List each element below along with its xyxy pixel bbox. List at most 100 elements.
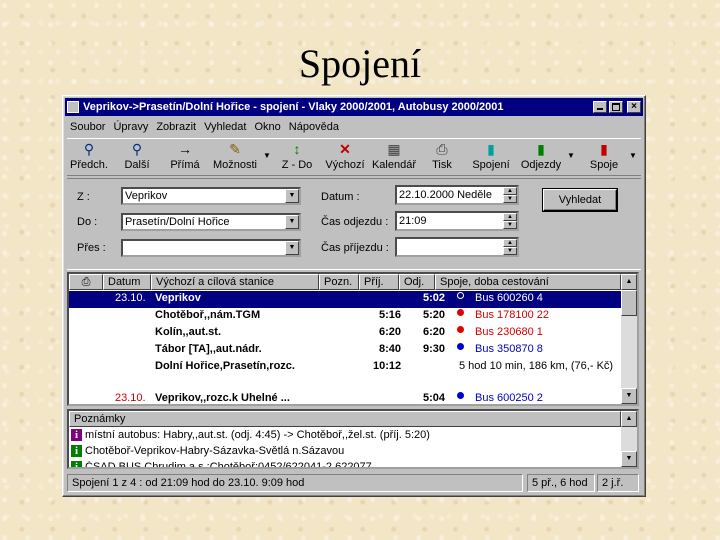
row-date: 23.10.: [115, 392, 146, 404]
note-text: Chotěboř-Veprikov-Habry-Sázavka-Světlá n…: [85, 445, 345, 457]
menu-zobrazit[interactable]: Zobrazit: [156, 121, 196, 133]
row-connection[interactable]: Bus 600250 2: [475, 392, 543, 404]
search-form: Z : Veprikov ▼ Do : Prasetín/Dolní Hořic…: [67, 178, 641, 270]
reset-x-icon: ✕: [339, 141, 351, 157]
toolbar-swap-button[interactable]: ↕ Z - Do: [277, 141, 317, 171]
menu-vyhledat[interactable]: Vyhledat: [204, 121, 246, 133]
departure-time-spinner[interactable]: 21:09 ▲ ▼: [395, 211, 519, 231]
row-station: Kolín,,aut.st.: [155, 326, 221, 338]
toolbar-departures-button[interactable]: ▮ Odjezdy: [519, 141, 563, 171]
col-station[interactable]: Výchozí a cílová stanice: [151, 274, 319, 290]
scroll-thumb[interactable]: [621, 290, 637, 316]
minimize-button[interactable]: [593, 101, 607, 113]
binoculars-next-icon: ⚲: [131, 141, 143, 157]
toolbar-direct-button[interactable]: → Přímá: [167, 141, 203, 171]
close-button[interactable]: ×: [627, 101, 641, 113]
col-note[interactable]: Pozn.: [319, 274, 359, 290]
via-label: Přes :: [77, 242, 106, 254]
blue-dot-icon: [457, 392, 464, 399]
date-spinner[interactable]: 22.10.2000 Neděle ▲ ▼: [395, 185, 519, 205]
toolbar-options-button[interactable]: ✎ Možnosti: [211, 141, 259, 171]
spin-down-icon[interactable]: ▼: [503, 247, 517, 255]
toolbar-next-button[interactable]: ⚲ Další: [119, 141, 155, 171]
menu-okno[interactable]: Okno: [254, 121, 280, 133]
table-row[interactable]: Tábor [TA],,aut.nádr. 8:40 9:30 Bus 3508…: [69, 342, 621, 359]
table-row[interactable]: Kolín,,aut.st. 6:20 6:20 Bus 230680 1: [69, 325, 621, 342]
options-icon: ✎: [229, 141, 241, 157]
red-dot-icon: [457, 326, 464, 333]
status-bar: Spojení 1 z 4 : od 21:09 hod do 23.10. 9…: [67, 474, 641, 492]
table-row[interactable]: 23.10. Veprikov,,rozc.k Uhelné ... 5:04 …: [69, 391, 621, 404]
scroll-down-icon[interactable]: ▼: [621, 451, 637, 467]
scroll-down-icon[interactable]: ▼: [621, 388, 637, 404]
departures-dropdown-arrow[interactable]: ▼: [567, 151, 575, 160]
to-dropdown-icon[interactable]: ▼: [285, 215, 299, 229]
menu-bar: Soubor Úpravy Zobrazit Vyhledat Okno Náp…: [67, 118, 641, 136]
grid-scrollbar[interactable]: ▲ ▼: [621, 274, 637, 404]
to-combo[interactable]: Prasetín/Dolní Hořice ▼: [121, 213, 301, 231]
row-station: Veprikov: [155, 292, 201, 304]
scroll-up-icon[interactable]: ▲: [621, 411, 637, 427]
app-window: Veprikov->Prasetín/Dolní Hořice - spojen…: [62, 95, 646, 497]
menu-upravy[interactable]: Úpravy: [113, 121, 148, 133]
from-value: Veprikov: [125, 190, 168, 202]
spin-up-icon[interactable]: ▲: [503, 187, 517, 195]
status-main: Spojení 1 z 4 : od 21:09 hod do 23.10. 9…: [67, 474, 523, 492]
toolbar-default-button[interactable]: ✕ Výchozí: [323, 141, 367, 171]
toolbar-connections-button[interactable]: ▮ Spojení: [471, 141, 511, 171]
arrival-time-spinner[interactable]: ▲ ▼: [395, 237, 519, 257]
spin-up-icon[interactable]: ▲: [503, 239, 517, 247]
options-dropdown-arrow[interactable]: ▼: [263, 151, 271, 160]
table-row[interactable]: 23.10. Veprikov 5:02 Bus 600260 4: [69, 291, 621, 308]
row-arrival: 10:12: [373, 360, 402, 372]
row-connection[interactable]: Bus 350870 8: [475, 343, 543, 355]
toolbar-print-button[interactable]: ⎙ Tisk: [427, 141, 457, 171]
toolbar-lines-button[interactable]: ▮ Spoje: [587, 141, 621, 171]
toolbar-label: Tisk: [432, 159, 452, 171]
col-date[interactable]: Datum: [103, 274, 151, 290]
toolbar-label: Odjezdy: [520, 159, 562, 171]
arrow-right-icon: →: [178, 141, 192, 157]
row-connection[interactable]: Bus 178100 22: [475, 309, 549, 321]
scroll-up-icon[interactable]: ▲: [621, 274, 637, 290]
table-row[interactable]: Chotěboř,,nám.TGM 5:16 5:20 Bus 178100 2…: [69, 308, 621, 325]
toolbar: ⚲ Předch. ⚲ Další → Přímá ✎ Možnosti ▼ ↕…: [67, 138, 641, 176]
blue-dot-icon: [457, 343, 464, 350]
menu-soubor[interactable]: Soubor: [70, 121, 105, 133]
search-button[interactable]: Vyhledat: [542, 188, 618, 212]
from-dropdown-icon[interactable]: ▼: [285, 189, 299, 203]
toolbar-calendar-button[interactable]: ▦ Kalendář: [371, 141, 417, 171]
toolbar-label: Další: [124, 159, 150, 171]
row-station: Tábor [TA],,aut.nádr.: [155, 343, 262, 355]
book-cyan-icon: ▮: [487, 141, 495, 157]
notes-scrollbar[interactable]: ▲ ▼: [621, 411, 637, 467]
to-label: Do :: [77, 216, 98, 228]
row-date: 23.10.: [115, 292, 146, 304]
via-dropdown-icon[interactable]: ▼: [285, 241, 299, 255]
row-connection[interactable]: Bus 600260 4: [475, 292, 543, 304]
table-row[interactable]: Dolní Hořice,Prasetín,rozc. 10:12 5 hod …: [69, 359, 621, 376]
spin-down-icon[interactable]: ▼: [503, 221, 517, 229]
notes-header: Poznámky: [69, 411, 621, 427]
row-station: Veprikov,,rozc.k Uhelné ...: [155, 392, 290, 404]
maximize-button[interactable]: [609, 101, 623, 113]
print-column-icon[interactable]: ⎙: [69, 274, 103, 290]
departure-value: 21:09: [399, 215, 427, 227]
spin-down-icon[interactable]: ▼: [503, 195, 517, 203]
col-departure[interactable]: Odj.: [399, 274, 435, 290]
from-combo[interactable]: Veprikov ▼: [121, 187, 301, 205]
list-item: i ČSAD BUS Chrudim a.s.;Chotěboř;0452/622…: [71, 461, 619, 467]
red-dot-icon: [457, 309, 464, 316]
arrival-label: Čas příjezdu :: [321, 242, 389, 254]
book-green-icon: ▮: [537, 141, 545, 157]
via-combo[interactable]: ▼: [121, 239, 301, 257]
row-connection[interactable]: Bus 230680 1: [475, 326, 543, 338]
menu-napoveda[interactable]: Nápověda: [289, 121, 339, 133]
toolbar-label: Spojení: [472, 159, 510, 171]
col-arrival[interactable]: Příj.: [359, 274, 399, 290]
spin-up-icon[interactable]: ▲: [503, 213, 517, 221]
row-arrival: 8:40: [379, 343, 402, 355]
toolbar-prev-button[interactable]: ⚲ Předch.: [69, 141, 109, 171]
lines-dropdown-arrow[interactable]: ▼: [629, 151, 637, 160]
col-connection[interactable]: Spoje, doba cestování: [435, 274, 621, 290]
